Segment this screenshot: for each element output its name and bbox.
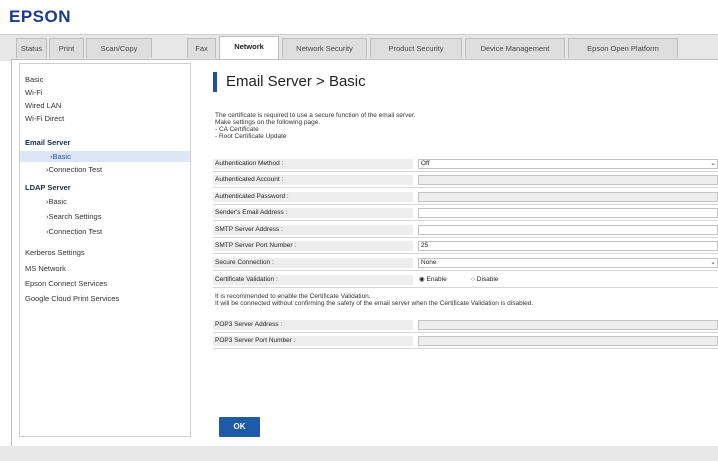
note-line: It is recommended to enable the Certific… <box>215 293 371 300</box>
page-title: Email Server > Basic <box>226 73 366 90</box>
row-divider <box>213 270 718 271</box>
description-line: The certificate is required to use a sec… <box>215 112 416 119</box>
field-label-authenticated-password: Authenticated Password : <box>213 192 413 202</box>
sidebar-selection-highlight <box>20 151 190 162</box>
tab-network[interactable]: Network <box>219 36 279 60</box>
page-title-accent <box>213 72 217 92</box>
sidebar-item-epson-connect-services[interactable]: Epson Connect Services <box>25 279 107 288</box>
sidebar-item-basic[interactable]: Basic <box>25 75 43 84</box>
smtp-port-value: 25 <box>421 242 429 249</box>
row-divider <box>213 237 718 238</box>
field-label-smtp-server-address: SMTP Server Address : <box>213 225 413 235</box>
radio-unselected-icon: ○ <box>471 276 475 283</box>
authentication-method-select[interactable]: Off ⌄ <box>418 159 718 169</box>
sidebar-item-ms-network[interactable]: MS Network <box>25 264 66 273</box>
row-divider <box>213 348 718 349</box>
header-bar: EPSON <box>0 0 718 36</box>
secure-connection-value: None <box>421 259 437 266</box>
footer-bar <box>0 446 718 461</box>
sidebar-item-wifi[interactable]: Wi-Fi <box>25 88 43 97</box>
tab-network-security[interactable]: Network Security <box>282 38 367 58</box>
sender-email-input[interactable] <box>418 208 718 218</box>
tab-scan-copy[interactable]: Scan/Copy <box>86 38 152 58</box>
secure-connection-select[interactable]: None ⌄ <box>418 258 718 268</box>
field-label-pop3-port: POP3 Server Port Number : <box>213 336 413 346</box>
radio-disable[interactable]: ○ Disable <box>471 275 498 285</box>
row-divider <box>213 187 718 188</box>
tab-status[interactable]: Status <box>16 38 47 58</box>
field-label-smtp-port: SMTP Server Port Number : <box>213 241 413 251</box>
smtp-server-address-input[interactable] <box>418 225 718 235</box>
field-label-authentication-method: Authentication Method : <box>213 159 413 169</box>
ok-button[interactable]: OK <box>219 417 260 437</box>
smtp-port-input[interactable]: 25 <box>418 241 718 251</box>
epson-logo: EPSON <box>9 7 72 26</box>
tab-fax[interactable]: Fax <box>187 38 216 58</box>
pop3-server-address-input[interactable] <box>418 320 718 330</box>
tab-print[interactable]: Print <box>49 38 84 58</box>
note-line: It will be connected without confirming … <box>215 300 534 307</box>
sidebar-item-ldap-basic[interactable]: ›Basic <box>46 197 67 206</box>
description-line: - Root Certificate Update <box>215 133 287 140</box>
row-divider <box>213 220 718 221</box>
chevron-down-icon: ⌄ <box>710 259 716 266</box>
sidebar-item-ldap-server[interactable]: LDAP Server <box>25 183 71 192</box>
chevron-down-icon: ⌄ <box>710 160 716 167</box>
sidebar-item-email-server[interactable]: Email Server <box>25 138 70 147</box>
radio-enable-label: Enable <box>426 276 447 283</box>
row-divider <box>213 332 718 333</box>
field-label-sender-email: Sender's Email Address : <box>213 208 413 218</box>
field-label-pop3-server-address: POP3 Server Address : <box>213 320 413 330</box>
sidebar-item-ldap-search-settings[interactable]: ›Search Settings <box>46 212 101 221</box>
tab-device-management[interactable]: Device Management <box>465 38 565 58</box>
authenticated-account-input[interactable] <box>418 175 718 185</box>
field-label-authenticated-account: Authenticated Account : <box>213 175 413 185</box>
pop3-port-input[interactable] <box>418 336 718 346</box>
row-divider <box>213 204 718 205</box>
authentication-method-value: Off <box>421 160 430 167</box>
tab-product-security[interactable]: Product Security <box>370 38 462 58</box>
sidebar-item-wifi-direct[interactable]: Wi-Fi Direct <box>25 114 64 123</box>
sidebar-item-email-basic[interactable]: ›Basic <box>50 152 71 161</box>
radio-selected-icon: ◉ <box>419 276 425 283</box>
sidebar-item-wired-lan[interactable]: Wired LAN <box>25 101 61 110</box>
description-line: - CA Certificate <box>215 126 259 133</box>
radio-disable-label: Disable <box>476 276 499 283</box>
field-label-certificate-validation: Certificate Validation : <box>213 275 413 285</box>
row-divider <box>213 171 718 172</box>
tab-epson-open-platform[interactable]: Epson Open Platform <box>568 38 678 58</box>
sidebar-item-email-connection-test[interactable]: ›Connection Test <box>46 165 102 174</box>
sidebar-item-ldap-connection-test[interactable]: ›Connection Test <box>46 227 102 236</box>
sidebar-item-google-cloud-print[interactable]: Google Cloud Print Services <box>25 294 119 303</box>
row-divider <box>213 287 718 288</box>
field-label-secure-connection: Secure Connection : <box>213 258 413 268</box>
authenticated-password-input[interactable] <box>418 192 718 202</box>
row-divider <box>213 253 718 254</box>
description-line: Make settings on the following page. <box>215 119 321 126</box>
sidebar-item-kerberos-settings[interactable]: Kerberos Settings <box>25 248 85 257</box>
radio-enable[interactable]: ◉ Enable <box>419 275 447 285</box>
